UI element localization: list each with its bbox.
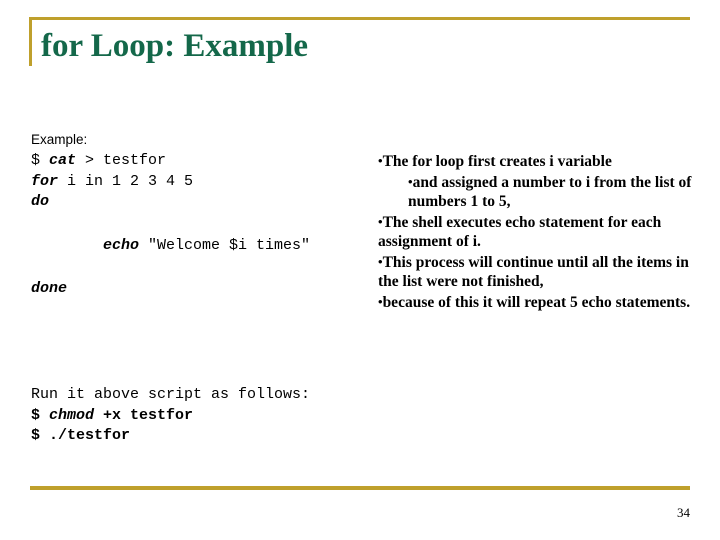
note-item-text: and assigned a number to i from the list… xyxy=(408,173,692,211)
page-number: 34 xyxy=(677,505,690,520)
code-line-for: for i in 1 2 3 4 5 xyxy=(31,172,376,193)
keyword-for: for xyxy=(31,172,59,190)
run-command-chmod: $ chmod +x testfor xyxy=(31,406,391,427)
note-item-text: because of this it will repeat 5 echo st… xyxy=(382,293,691,311)
title-left-accent-rule xyxy=(29,20,32,66)
code-line-echo-rest: "Welcome $i times" xyxy=(139,236,311,254)
code-line-echo: echo "Welcome $i times" xyxy=(31,236,376,257)
code-example-block: Example: $ cat > testfor for i in 1 2 3 … xyxy=(31,130,376,300)
note-item: •The shell executes echo statement for e… xyxy=(378,212,694,252)
run-instruction-text: Run it above script as follows: xyxy=(31,386,311,403)
code-intro-label: Example: xyxy=(31,132,88,147)
code-line-for-rest: i in 1 2 3 4 5 xyxy=(58,172,194,190)
page-title: for Loop: Example xyxy=(41,28,309,64)
run-command-execute: $ ./testfor xyxy=(31,427,131,444)
note-item-text: The for loop first creates i variable xyxy=(382,153,612,170)
code-line-done: done xyxy=(31,279,376,300)
code-line-echo-indent xyxy=(31,237,103,254)
run-instructions-block: Run it above script as follows: $ chmod … xyxy=(31,385,391,447)
keyword-done: done xyxy=(31,280,68,297)
keyword-cat: cat xyxy=(49,152,77,169)
code-line-cat: $ cat > testfor xyxy=(31,151,376,172)
run-command-chmod-args: +x testfor xyxy=(94,406,194,424)
shell-prompt: $ xyxy=(31,152,50,169)
keyword-do: do xyxy=(31,193,50,210)
note-item: •This process will continue until all th… xyxy=(378,252,694,292)
notes-list: •The for loop first creates i variable •… xyxy=(378,151,694,312)
keyword-chmod: chmod xyxy=(49,406,95,424)
note-item: •and assigned a number to i from the lis… xyxy=(378,172,694,212)
keyword-echo: echo xyxy=(103,236,140,254)
title-banner: for Loop: Example xyxy=(29,17,690,80)
shell-prompt: $ xyxy=(31,406,50,424)
note-item: •because of this it will repeat 5 echo s… xyxy=(378,292,694,313)
footer-accent-rule xyxy=(30,486,690,490)
code-line-cat-rest: > testfor xyxy=(76,152,167,169)
note-item: •The for loop first creates i variable xyxy=(378,151,694,172)
note-item-text: The shell executes echo statement for ea… xyxy=(378,213,662,251)
code-line-do: do xyxy=(31,192,376,213)
note-item-text: This process will continue until all the… xyxy=(378,253,689,291)
